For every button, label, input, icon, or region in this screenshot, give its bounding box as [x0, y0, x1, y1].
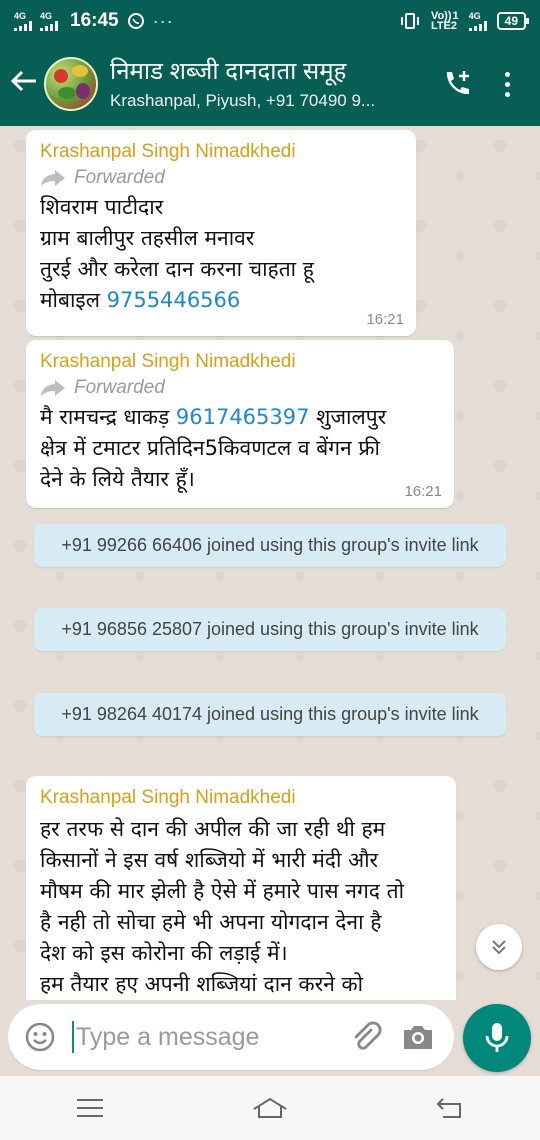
message-text: हर तरफ से दान की अपील की जा रही थी हम कि… — [40, 814, 442, 1000]
network-2-label: 4G — [40, 10, 53, 21]
message-line: तुरई और करेला दान करना चाहता हू — [40, 257, 314, 281]
forwarded-label: Forwarded — [40, 374, 440, 402]
message-bubble[interactable]: Krashanpal Singh Nimadkhedi Forwarded मै… — [26, 340, 454, 508]
scroll-to-bottom-button[interactable] — [476, 924, 522, 970]
camera-button[interactable] — [398, 1017, 438, 1057]
status-right: Vo)) 1 LTE2 4G 49 — [399, 10, 530, 32]
battery-icon: 49 — [496, 12, 530, 30]
mic-button[interactable] — [463, 1004, 531, 1072]
chat-header: निमाड शब्जी दानदाता समूह Krashanpal, Piy… — [0, 42, 540, 126]
message-line: मौषम की मार झेली है ऐसे में हमारे पास नग… — [40, 879, 405, 903]
more-vert-icon — [504, 71, 510, 97]
vibrate-icon — [400, 13, 419, 29]
signal-1-icon: 4G — [14, 10, 32, 31]
phone-link[interactable]: 9755446566 — [107, 288, 241, 312]
forwarded-text: Forwarded — [74, 167, 165, 188]
back-nav-icon — [436, 1098, 461, 1118]
message-sender[interactable]: Krashanpal Singh Nimadkhedi — [40, 786, 442, 810]
system-nav-bar — [0, 1076, 540, 1140]
menu-button[interactable] — [482, 59, 532, 109]
more-notifications-icon: ··· — [152, 10, 174, 31]
paperclip-icon — [354, 1021, 382, 1050]
home-icon — [253, 1097, 287, 1118]
message-line: देश को इस कोरोना की लड़ाई में। — [40, 941, 288, 965]
system-message: +91 98264 40174 joined using this group'… — [34, 693, 506, 736]
message-sender[interactable]: Krashanpal Singh Nimadkhedi — [40, 350, 440, 374]
message-line: मोबाइल 9755446566 — [40, 285, 402, 316]
message-text: शिवराम पाटीदार ग्राम बालीपुर तहसील मनावर… — [40, 192, 402, 316]
system-message: +91 99266 66406 joined using this group'… — [34, 524, 506, 567]
mic-icon — [485, 1023, 509, 1052]
status-bar: 4G 4G 16:45 ··· Vo)) 1 LTE2 4G 49 — [0, 0, 540, 42]
back-button[interactable] — [4, 67, 44, 101]
status-time: 16:45 — [70, 10, 119, 31]
message-input-box[interactable] — [8, 1004, 454, 1070]
back-nav-button[interactable] — [420, 1088, 480, 1128]
lte-label: LTE2 — [430, 20, 458, 32]
emoji-icon[interactable] — [24, 1021, 56, 1053]
network-3-label: 4G — [468, 10, 481, 21]
recent-apps-button[interactable] — [60, 1088, 120, 1128]
forward-icon — [41, 380, 65, 396]
forwarded-label: Forwarded — [40, 164, 402, 192]
header-info[interactable]: निमाड शब्जी दानदाता समूह Krashanpal, Piy… — [110, 57, 432, 111]
attach-button[interactable] — [346, 1017, 386, 1057]
composer — [0, 1000, 540, 1076]
message-line-suffix: शुजालपुर — [309, 405, 387, 429]
volte-indicator: Vo)) 1 LTE2 — [430, 11, 459, 32]
message-bubble[interactable]: Krashanpal Singh Nimadkhedi हर तरफ से दा… — [26, 776, 456, 1000]
message-bubble[interactable]: Krashanpal Singh Nimadkhedi Forwarded शि… — [26, 130, 416, 336]
add-call-button[interactable] — [432, 59, 482, 109]
signal-2-icon: 4G — [40, 10, 58, 31]
message-line: हर तरफ से दान की अपील की जा रही थी हम — [40, 817, 386, 841]
arrow-left-icon — [10, 70, 36, 92]
forward-icon — [41, 170, 65, 186]
text-caret — [72, 1021, 74, 1053]
battery-level: 49 — [504, 14, 518, 28]
group-avatar[interactable] — [44, 57, 98, 111]
message-time: 16:21 — [404, 483, 442, 500]
message-line: ग्राम बालीपुर तहसील मनावर — [40, 226, 255, 250]
phone-link[interactable]: 9617465397 — [176, 405, 310, 429]
message-line: देने के लिये तैयार हूँ। — [40, 467, 195, 491]
message-line: मै रामचन्द्र धाकड़ 9617465397 शुजालपुर — [40, 402, 440, 433]
group-participants: Krashanpal, Piyush, +91 70490 9... — [110, 91, 376, 110]
menu-lines-icon — [77, 1099, 103, 1117]
message-line-prefix: मै रामचन्द्र धाकड़ — [40, 405, 176, 429]
message-text: मै रामचन्द्र धाकड़ 9617465397 शुजालपुर क… — [40, 402, 440, 495]
group-title: निमाड शब्जी दानदाता समूह — [110, 58, 347, 85]
message-line: है नही तो सोचा हमे भी अपना योगदान देना ह… — [40, 910, 382, 934]
message-sender[interactable]: Krashanpal Singh Nimadkhedi — [40, 140, 402, 164]
double-chevron-down-icon — [492, 940, 506, 955]
message-time: 16:21 — [366, 311, 404, 328]
network-1-label: 4G — [14, 10, 27, 21]
system-message: +91 96856 25807 joined using this group'… — [34, 608, 506, 651]
home-button[interactable] — [240, 1088, 300, 1128]
chat-area[interactable]: Krashanpal Singh Nimadkhedi Forwarded शि… — [0, 126, 540, 1000]
message-input[interactable] — [76, 1022, 328, 1052]
status-left: 4G 4G 16:45 ··· — [14, 10, 174, 32]
message-line: हम तैयार हए अपनी शब्जियां दान करने को — [40, 972, 364, 996]
camera-icon — [404, 1026, 432, 1049]
message-line: शिवराम पाटीदार — [40, 195, 164, 219]
forwarded-text: Forwarded — [74, 377, 165, 398]
message-line-prefix: मोबाइल — [40, 288, 107, 312]
signal-3-icon: 4G — [468, 10, 487, 31]
message-line: क्षेत्र में टमाटर प्रतिदिन5किवणटल व बेंग… — [40, 436, 380, 460]
whatsapp-notification-icon — [127, 13, 144, 29]
message-line: किसानों ने इस वर्ष शब्जियो में भारी मंदी… — [40, 848, 379, 872]
add-call-icon — [446, 71, 469, 95]
